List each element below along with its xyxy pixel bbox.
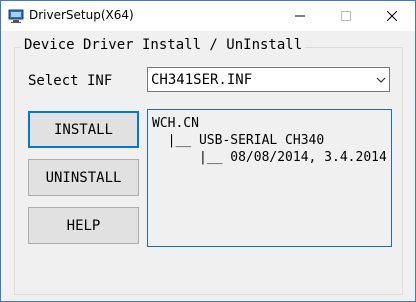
group-title: Device Driver Install / UnInstall: [21, 37, 306, 53]
title-bar[interactable]: DriverSetup(X64): [1, 1, 415, 31]
select-inf-label: Select INF: [28, 73, 113, 89]
maximize-button[interactable]: [323, 1, 369, 31]
window-title: DriverSetup(X64): [29, 8, 134, 22]
inf-selected-value: CH341SER.INF: [151, 72, 253, 88]
chevron-down-icon[interactable]: [375, 74, 387, 86]
uninstall-button[interactable]: UNINSTALL: [28, 159, 139, 196]
app-icon: [8, 9, 24, 23]
close-icon: [387, 11, 397, 21]
minimize-button[interactable]: [277, 1, 323, 31]
driver-info-box: WCH.CN |__ USB-SERIAL CH340 |__ 08/08/20…: [147, 109, 392, 247]
minimize-icon: [295, 15, 305, 17]
client-area: Device Driver Install / UnInstall Select…: [1, 31, 415, 301]
install-button[interactable]: INSTALL: [28, 111, 139, 148]
driver-setup-window: DriverSetup(X64) Device Driver Install /…: [0, 0, 416, 302]
info-line-device: |__ USB-SERIAL CH340: [152, 133, 325, 148]
maximize-icon: [341, 11, 351, 21]
close-button[interactable]: [369, 1, 415, 31]
help-button[interactable]: HELP: [28, 207, 139, 244]
info-line-version: |__ 08/08/2014, 3.4.2014: [152, 150, 387, 165]
info-line-vendor: WCH.CN: [152, 116, 199, 131]
inf-dropdown[interactable]: CH341SER.INF: [147, 67, 390, 92]
